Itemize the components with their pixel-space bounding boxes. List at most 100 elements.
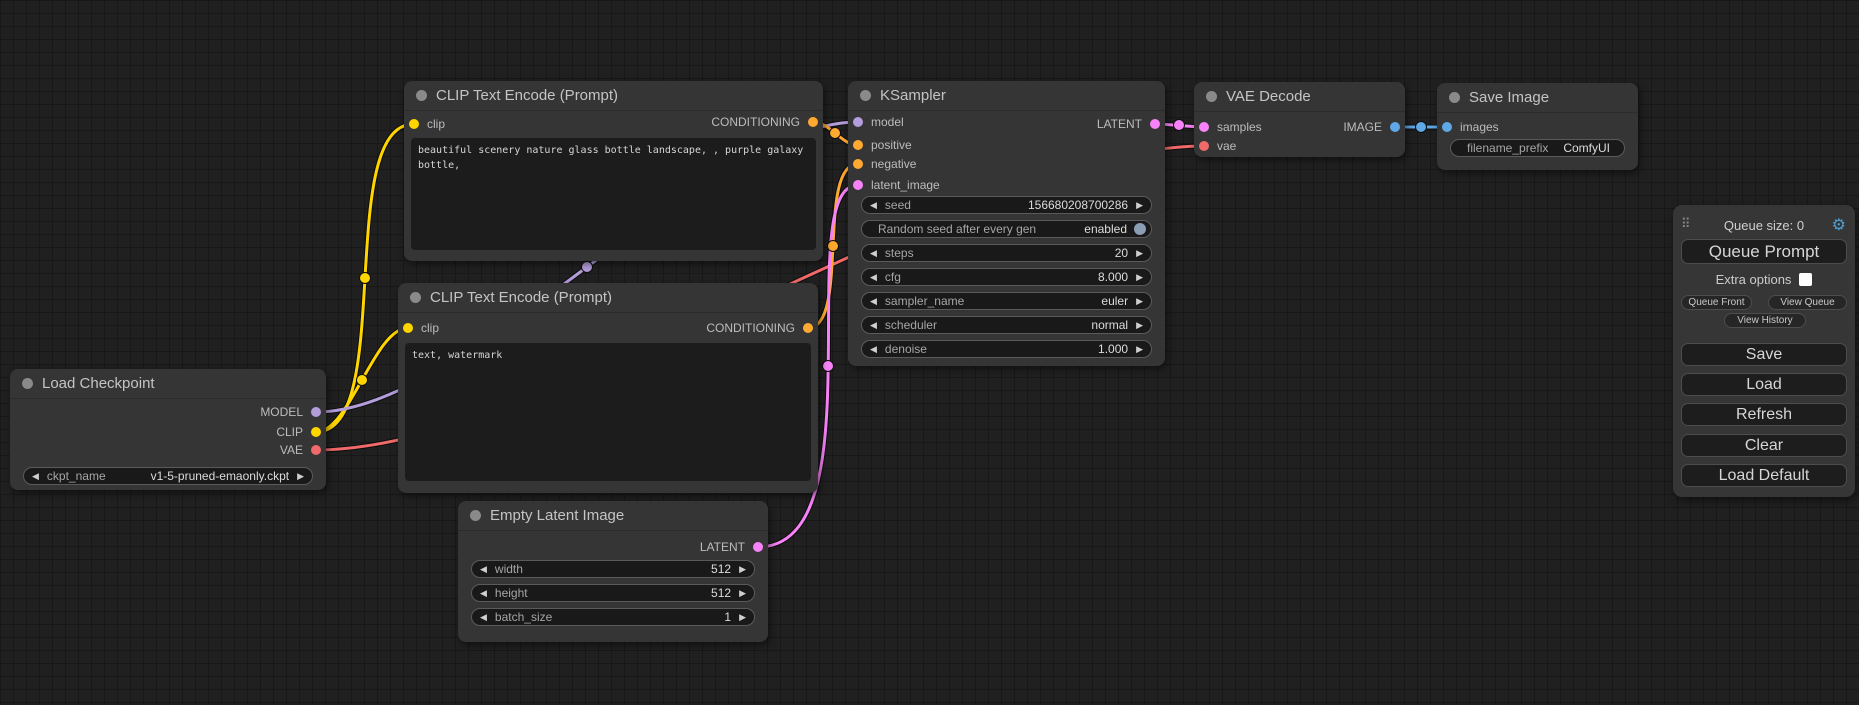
node-collapse-dot-icon[interactable]: [416, 90, 427, 101]
decrement-arrow-icon[interactable]: ◀: [472, 609, 495, 625]
input-port-samples[interactable]: samples: [1199, 119, 1262, 135]
increment-arrow-icon[interactable]: ▶: [1128, 269, 1151, 285]
port-dot[interactable]: [808, 117, 818, 127]
node-load-checkpoint[interactable]: Load Checkpoint MODEL CLIP VAE ◀ ckpt_na…: [10, 369, 326, 490]
extra-options-checkbox[interactable]: [1799, 273, 1812, 286]
node-collapse-dot-icon[interactable]: [1449, 92, 1460, 103]
node-collapse-dot-icon[interactable]: [410, 292, 421, 303]
node-collapse-dot-icon[interactable]: [860, 90, 871, 101]
queue-panel[interactable]: ⠿ Queue size: 0 ⚙ Queue Prompt Extra opt…: [1673, 205, 1855, 497]
port-dot[interactable]: [803, 323, 813, 333]
output-port-conditioning[interactable]: CONDITIONING: [706, 320, 813, 336]
decrement-arrow-icon[interactable]: ◀: [862, 341, 885, 357]
input-port-images[interactable]: images: [1442, 119, 1499, 135]
decrement-arrow-icon[interactable]: ◀: [862, 245, 885, 261]
decrement-arrow-icon[interactable]: ◀: [862, 197, 885, 213]
view-queue-button[interactable]: View Queue: [1768, 295, 1847, 310]
port-dot[interactable]: [853, 159, 863, 169]
node-vae-decode[interactable]: VAE Decode samples vae IMAGE: [1194, 82, 1405, 157]
port-dot[interactable]: [1390, 122, 1400, 132]
output-port-clip[interactable]: CLIP: [276, 424, 321, 440]
prompt-textarea[interactable]: beautiful scenery nature glass bottle la…: [411, 138, 816, 250]
input-port-positive[interactable]: positive: [853, 137, 912, 153]
port-dot[interactable]: [403, 323, 413, 333]
node-clip-text-encode-positive[interactable]: CLIP Text Encode (Prompt) clip CONDITION…: [404, 81, 823, 261]
node-collapse-dot-icon[interactable]: [470, 510, 481, 521]
scheduler-widget[interactable]: ◀ scheduler normal ▶: [861, 316, 1152, 334]
increment-arrow-icon[interactable]: ▶: [731, 609, 754, 625]
view-history-button[interactable]: View History: [1724, 313, 1806, 328]
input-port-vae[interactable]: vae: [1199, 138, 1236, 154]
node-collapse-dot-icon[interactable]: [22, 378, 33, 389]
queue-front-button[interactable]: Queue Front: [1681, 295, 1752, 310]
refresh-button[interactable]: Refresh: [1681, 403, 1847, 426]
cfg-widget[interactable]: ◀ cfg 8.000 ▶: [861, 268, 1152, 286]
steps-widget[interactable]: ◀ steps 20 ▶: [861, 244, 1152, 262]
input-port-clip[interactable]: clip: [403, 320, 439, 336]
input-port-latent-image[interactable]: latent_image: [853, 177, 940, 193]
port-dot[interactable]: [311, 427, 321, 437]
denoise-widget[interactable]: ◀ denoise 1.000 ▶: [861, 340, 1152, 358]
gear-icon[interactable]: ⚙: [1832, 215, 1846, 235]
node-titlebar[interactable]: Load Checkpoint: [10, 369, 326, 399]
port-dot[interactable]: [1199, 122, 1209, 132]
output-port-vae[interactable]: VAE: [280, 442, 321, 458]
port-dot[interactable]: [311, 407, 321, 417]
decrement-arrow-icon[interactable]: ◀: [24, 468, 47, 484]
increment-arrow-icon[interactable]: ▶: [731, 585, 754, 601]
increment-arrow-icon[interactable]: ▶: [1128, 197, 1151, 213]
seed-widget[interactable]: ◀ seed 156680208700286 ▶: [861, 196, 1152, 214]
port-dot[interactable]: [853, 180, 863, 190]
decrement-arrow-icon[interactable]: ◀: [472, 561, 495, 577]
save-button[interactable]: Save: [1681, 343, 1847, 366]
node-titlebar[interactable]: Empty Latent Image: [458, 501, 768, 531]
port-dot[interactable]: [1199, 141, 1209, 151]
width-widget[interactable]: ◀ width 512 ▶: [471, 560, 755, 578]
output-port-conditioning[interactable]: CONDITIONING: [711, 114, 818, 130]
input-port-negative[interactable]: negative: [853, 156, 916, 172]
load-button[interactable]: Load: [1681, 373, 1847, 396]
port-dot[interactable]: [853, 117, 863, 127]
output-port-latent[interactable]: LATENT: [1097, 116, 1160, 132]
node-clip-text-encode-negative[interactable]: CLIP Text Encode (Prompt) clip CONDITION…: [398, 283, 818, 493]
queue-prompt-button[interactable]: Queue Prompt: [1681, 239, 1847, 264]
sampler-name-widget[interactable]: ◀ sampler_name euler ▶: [861, 292, 1152, 310]
port-dot[interactable]: [753, 542, 763, 552]
decrement-arrow-icon[interactable]: ◀: [472, 585, 495, 601]
decrement-arrow-icon[interactable]: ◀: [862, 293, 885, 309]
clear-button[interactable]: Clear: [1681, 434, 1847, 457]
increment-arrow-icon[interactable]: ▶: [731, 561, 754, 577]
load-default-button[interactable]: Load Default: [1681, 464, 1847, 487]
node-titlebar[interactable]: Save Image: [1437, 83, 1638, 113]
comfyui-canvas[interactable]: { "icons": { "left_arrow": "◀", "right_a…: [0, 0, 1859, 705]
output-port-model[interactable]: MODEL: [260, 404, 321, 420]
node-titlebar[interactable]: KSampler: [848, 81, 1165, 111]
node-titlebar[interactable]: CLIP Text Encode (Prompt): [398, 283, 818, 313]
random-seed-widget[interactable]: Random seed after every gen enabled: [861, 220, 1152, 238]
increment-arrow-icon[interactable]: ▶: [1128, 317, 1151, 333]
decrement-arrow-icon[interactable]: ◀: [862, 269, 885, 285]
decrement-arrow-icon[interactable]: ◀: [862, 317, 885, 333]
toggle-indicator[interactable]: [1134, 223, 1146, 235]
prompt-textarea[interactable]: text, watermark: [405, 343, 811, 481]
increment-arrow-icon[interactable]: ▶: [1128, 293, 1151, 309]
node-titlebar[interactable]: CLIP Text Encode (Prompt): [404, 81, 823, 111]
node-titlebar[interactable]: VAE Decode: [1194, 82, 1405, 112]
increment-arrow-icon[interactable]: ▶: [289, 468, 312, 484]
filename-prefix-widget[interactable]: filename_prefix ComfyUI: [1450, 139, 1625, 157]
node-save-image[interactable]: Save Image images filename_prefix ComfyU…: [1437, 83, 1638, 170]
node-collapse-dot-icon[interactable]: [1206, 91, 1217, 102]
output-port-image[interactable]: IMAGE: [1343, 119, 1400, 135]
batch-size-widget[interactable]: ◀ batch_size 1 ▶: [471, 608, 755, 626]
node-ksampler[interactable]: KSampler model positive negative latent_…: [848, 81, 1165, 366]
increment-arrow-icon[interactable]: ▶: [1128, 341, 1151, 357]
ckpt-name-widget[interactable]: ◀ ckpt_name v1-5-pruned-emaonly.ckpt ▶: [23, 467, 313, 485]
port-dot[interactable]: [409, 119, 419, 129]
input-port-clip[interactable]: clip: [409, 116, 445, 132]
height-widget[interactable]: ◀ height 512 ▶: [471, 584, 755, 602]
output-port-latent[interactable]: LATENT: [700, 539, 763, 555]
increment-arrow-icon[interactable]: ▶: [1128, 245, 1151, 261]
port-dot[interactable]: [311, 445, 321, 455]
node-empty-latent-image[interactable]: Empty Latent Image LATENT ◀ width 512 ▶ …: [458, 501, 768, 642]
port-dot[interactable]: [1442, 122, 1452, 132]
